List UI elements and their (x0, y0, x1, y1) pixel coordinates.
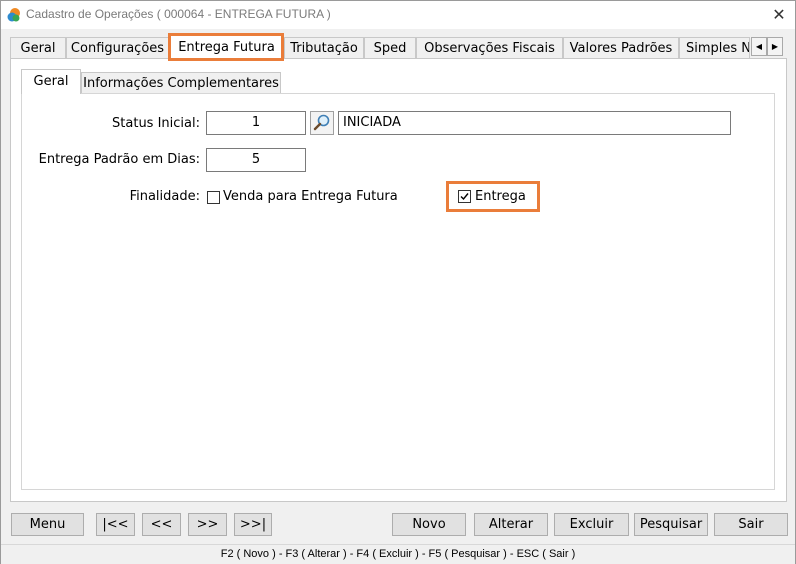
last-record-button[interactable]: >>| (234, 513, 272, 536)
pesquisar-button[interactable]: Pesquisar (634, 513, 708, 536)
previous-record-button[interactable]: << (142, 513, 181, 536)
app-logo-icon (7, 8, 20, 22)
main-tabstrip: Geral Configurações Entrega Futura Tribu… (10, 35, 787, 59)
checkmark-icon (460, 193, 469, 201)
tab-valores-padroes[interactable]: Valores Padrões (563, 37, 679, 58)
status-bar: F2 ( Novo ) - F3 ( Alterar ) - F4 ( Excl… (1, 544, 795, 564)
sair-button[interactable]: Sair (714, 513, 788, 536)
first-record-button[interactable]: |<< (96, 513, 135, 536)
main-window: Cadastro de Operações ( 000064 - ENTREGA… (0, 0, 796, 564)
tab-entrega-futura[interactable]: Entrega Futura (169, 35, 284, 59)
finalidade-label: Finalidade: (129, 189, 200, 204)
tab-geral[interactable]: Geral (10, 37, 66, 58)
tab-observacoes-fiscais[interactable]: Observações Fiscais (416, 37, 563, 58)
alterar-button[interactable]: Alterar (474, 513, 548, 536)
arrow-left-icon: ◀ (755, 42, 763, 51)
subtab-geral[interactable]: Geral (21, 69, 81, 94)
entrega-label: Entrega (475, 189, 526, 204)
status-inicial-description-input[interactable]: INICIADA (338, 111, 731, 135)
next-record-button[interactable]: >> (188, 513, 227, 536)
close-button[interactable]: ✕ (769, 5, 789, 25)
venda-entrega-futura-checkbox[interactable] (207, 191, 220, 204)
subtab-informacoes-complementares[interactable]: Informações Complementares (81, 72, 281, 94)
venda-entrega-futura-label: Venda para Entrega Futura (223, 189, 398, 204)
entrega-padrao-dias-input[interactable]: 5 (206, 148, 306, 172)
status-inicial-code-input[interactable]: 1 (206, 111, 306, 135)
tab-scroll-right-button[interactable]: ▶ (767, 37, 783, 56)
status-inicial-label: Status Inicial: (112, 116, 200, 131)
magnifier-icon (313, 114, 330, 131)
tab-scroll-left-button[interactable]: ◀ (751, 37, 767, 56)
tab-configuracoes[interactable]: Configurações (66, 37, 169, 58)
tab-sped[interactable]: Sped (364, 37, 416, 58)
close-icon: ✕ (772, 5, 786, 24)
entrega-checkbox[interactable] (458, 190, 471, 203)
tab-tributacao[interactable]: Tributação (284, 37, 364, 58)
arrow-right-icon: ▶ (771, 42, 779, 51)
menu-button[interactable]: Menu (11, 513, 84, 536)
window-title: Cadastro de Operações ( 000064 - ENTREGA… (26, 7, 331, 21)
excluir-button[interactable]: Excluir (554, 513, 629, 536)
title-bar: Cadastro de Operações ( 000064 - ENTREGA… (1, 1, 795, 29)
entrega-padrao-label: Entrega Padrão em Dias: (38, 152, 200, 167)
novo-button[interactable]: Novo (392, 513, 466, 536)
status-search-button[interactable] (310, 111, 334, 135)
tab-simples-nacional[interactable]: Simples N (679, 37, 750, 58)
